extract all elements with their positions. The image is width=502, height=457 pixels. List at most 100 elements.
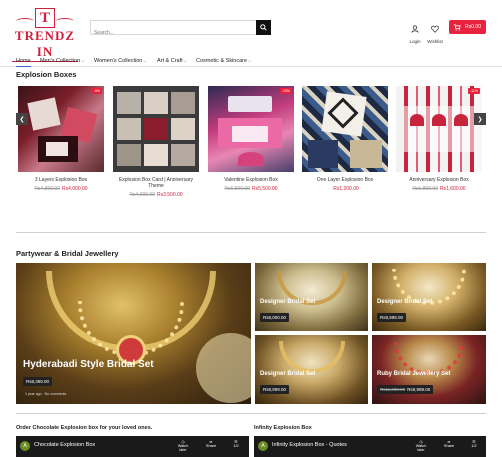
product-image[interactable] <box>302 86 388 172</box>
current-price: Rs1,200.00 <box>333 186 359 192</box>
product-name[interactable]: Valentine Explosion Box <box>208 177 294 183</box>
product-card[interactable]: -9% 3 Layers Explosion Box Rs4,800.00 Rs4… <box>18 86 104 192</box>
nav-item-label: Cosmetic & Skincare <box>196 58 248 64</box>
watch-later-label: Watch later <box>415 444 427 452</box>
playlist-button[interactable]: ☰ 1/2 <box>227 439 245 448</box>
product-image[interactable]: -9% <box>18 86 104 172</box>
search-input[interactable] <box>91 26 256 40</box>
nav-item-label: Women's Collection <box>94 58 143 64</box>
nav-item-home[interactable]: Home <box>16 56 31 67</box>
playlist-count: 1/2 <box>471 444 477 448</box>
carousel-next-button[interactable]: ❯ <box>474 113 486 125</box>
jewellery-card[interactable]: Designer Bridal Set Rs8,000.00 <box>255 263 368 331</box>
video-title[interactable]: Infinity Explosion Box - Quotes <box>272 442 347 448</box>
current-price: Rs5,500.00 <box>252 186 278 192</box>
jewellery-title[interactable]: Designer Bridal Set <box>260 299 315 305</box>
product-image[interactable] <box>113 86 199 172</box>
featured-price-tag: Rs8,399.00 <box>23 377 53 386</box>
nav-item-womens-collection[interactable]: Women's Collection⌵ <box>94 56 146 67</box>
sale-badge: -9% <box>91 88 102 94</box>
current-price: Rs9,999.00 <box>407 387 431 392</box>
old-price: Rs1,800.00 <box>412 186 438 192</box>
product-card[interactable]: -11% Anniversary Explosion Box Rs1,800.0… <box>396 86 482 192</box>
user-icon <box>411 25 419 33</box>
playlist-count: 1/2 <box>233 444 239 448</box>
wishlist-link[interactable]: Wishlist <box>423 20 447 44</box>
featured-title[interactable]: Hyderabadi Style Bridal Set <box>23 359 154 370</box>
watch-later-button[interactable]: ◷ Watch later <box>174 439 192 452</box>
nav-item-label: Men's Collection <box>40 58 81 64</box>
search-button[interactable] <box>256 20 271 35</box>
product-name[interactable]: Explosion Box Card | Anniversary Theme <box>113 177 199 189</box>
product-name[interactable]: 3 Layers Explosion Box <box>18 177 104 183</box>
product-price: Rs4,800.00 Rs4,000.00 <box>18 186 104 192</box>
jewellery-card[interactable]: Designer Bridal Set Rs8,999.00 <box>255 335 368 404</box>
product-price: Rs4,000.00 Rs3,500.00 <box>113 192 199 198</box>
chevron-down-icon: ⌵ <box>81 58 85 63</box>
sale-badge: -15% <box>279 88 292 94</box>
product-name[interactable]: One Layer Explosion Box <box>302 177 388 183</box>
playlist-button[interactable]: ☰ 1/2 <box>465 439 483 448</box>
chevron-down-icon: ⌵ <box>143 58 147 63</box>
video-player[interactable]: A Infinity Explosion Box - Quotes ◷ Watch… <box>254 436 486 457</box>
logo-badge: T <box>35 8 55 28</box>
section-title-jewellery: Partywear & Bridal Jewellery <box>16 249 119 258</box>
share-label: Share <box>443 444 455 448</box>
share-button[interactable]: ➦ Share <box>202 439 220 448</box>
jewellery-title[interactable]: Designer Bridal Set <box>377 299 432 305</box>
nav-item-label: Art & Craft <box>157 58 183 64</box>
logo-ornament-left <box>16 18 34 24</box>
nav-item-mens-collection[interactable]: Men's Collection⌵ <box>40 56 84 67</box>
product-price: Rs1,800.00 Rs1,600.00 <box>396 186 482 192</box>
jewellery-card[interactable]: Ruby Bridal Jewellery Set Rs11,000.00 Rs9… <box>372 335 486 404</box>
section-divider <box>16 232 486 233</box>
chevron-down-icon: ⌵ <box>248 58 252 63</box>
wishlist-label: Wishlist <box>427 39 443 44</box>
section-divider <box>16 413 486 414</box>
product-card[interactable]: -15% Valentine Explosion Box Rs6,500.00 R… <box>208 86 294 192</box>
share-label: Share <box>205 444 217 448</box>
current-price: Rs3,500.00 <box>157 192 183 198</box>
product-image[interactable]: -15% <box>208 86 294 172</box>
featured-jewellery-card[interactable]: Hyderabadi Style Bridal Set Rs8,399.00 1… <box>16 263 251 404</box>
carousel-prev-button[interactable]: ❮ <box>16 113 28 125</box>
site-logo[interactable]: T TRENDZ IN <box>12 8 78 62</box>
product-card[interactable]: One Layer Explosion Box Rs1,200.00 <box>302 86 388 192</box>
channel-avatar[interactable]: A <box>258 441 268 451</box>
product-name[interactable]: Anniversary Explosion Box <box>396 177 482 183</box>
search-icon <box>260 24 267 31</box>
video-title[interactable]: Chocolate Explosion Box <box>34 442 95 448</box>
channel-avatar[interactable]: A <box>20 441 30 451</box>
logo-ornament-right <box>56 18 74 24</box>
current-price: Rs1,600.00 <box>440 186 466 192</box>
chevron-down-icon: ⌵ <box>183 58 187 63</box>
site-header: T TRENDZ IN Login Wishlist Rs0.00 <box>0 0 502 62</box>
old-price: Rs4,000.00 <box>129 192 155 198</box>
share-button[interactable]: ➦ Share <box>440 439 458 448</box>
cart-button[interactable]: Rs0.00 <box>449 20 486 34</box>
product-card[interactable]: Explosion Box Card | Anniversary Theme R… <box>113 86 199 198</box>
sale-badge: -11% <box>468 88 480 94</box>
watch-later-button[interactable]: ◷ Watch later <box>412 439 430 452</box>
nav-item-art-craft[interactable]: Art & Craft⌵ <box>157 56 187 67</box>
jewellery-title[interactable]: Designer Bridal Set <box>260 371 315 377</box>
watch-later-label: Watch later <box>177 444 189 452</box>
product-image[interactable]: -11% <box>396 86 482 172</box>
jewellery-price-tag: Rs8,999.00 <box>377 313 407 322</box>
product-price: Rs6,500.00 Rs5,500.00 <box>208 186 294 192</box>
old-price: Rs6,500.00 <box>224 186 250 192</box>
main-navigation: Home Men's Collection⌵ Women's Collectio… <box>0 55 502 67</box>
section-title-explosion-boxes: Explosion Boxes <box>16 70 77 79</box>
jewellery-price-tag: Rs8,000.00 <box>260 313 290 322</box>
heart-icon <box>431 25 439 33</box>
video-section-title: Order Chocolate Explosion box for your l… <box>16 425 153 431</box>
video-player[interactable]: A Chocolate Explosion Box ◷ Watch later ➦… <box>16 436 249 457</box>
cart-icon <box>453 24 461 31</box>
jewellery-card[interactable]: Designer Bridal Set Rs8,999.00 <box>372 263 486 331</box>
jewellery-title[interactable]: Ruby Bridal Jewellery Set <box>377 371 450 377</box>
current-price: Rs4,000.00 <box>62 186 88 192</box>
nav-item-cosmetic-skincare[interactable]: Cosmetic & Skincare⌵ <box>196 56 251 67</box>
search-bar <box>90 20 271 40</box>
chevron-left-icon: ❮ <box>19 116 25 123</box>
featured-meta: 1 year ago · No comments <box>25 392 67 396</box>
